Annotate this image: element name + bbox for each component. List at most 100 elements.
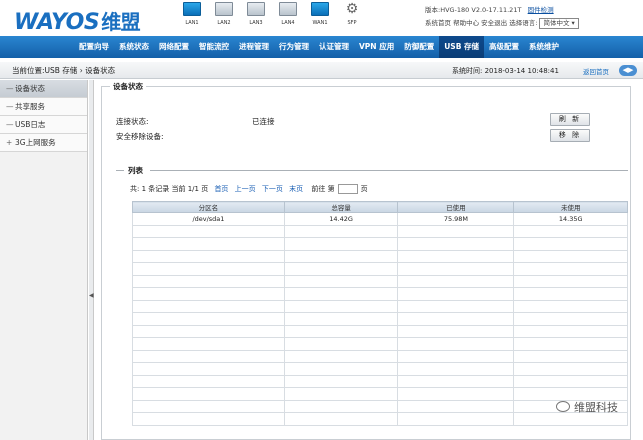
- language-select[interactable]: 简体中文 ▾: [539, 17, 579, 29]
- collapse-icon: —: [6, 102, 14, 111]
- pager-prev[interactable]: 上一页: [235, 185, 256, 193]
- firmware-check-link[interactable]: 固件检测: [528, 6, 554, 14]
- table-cell: [283, 374, 399, 388]
- pager-next[interactable]: 下一页: [262, 185, 283, 193]
- port-label: LAN1: [185, 20, 199, 26]
- watermark: 维盟科技: [556, 399, 618, 415]
- nav-item[interactable]: 防御配置: [399, 36, 439, 58]
- table-cell: [283, 299, 399, 313]
- list-title: 列表: [128, 166, 143, 175]
- sidebar-item[interactable]: +3G上网服务: [0, 134, 87, 152]
- port-label: WAN1: [312, 20, 328, 26]
- wechat-icon: [556, 401, 570, 412]
- expand-icon: +: [6, 138, 13, 147]
- table-cell: [513, 237, 628, 251]
- table-cell: [397, 249, 515, 263]
- collapse-arrow-icon[interactable]: ◀: [89, 288, 94, 304]
- table-cell: [397, 374, 515, 388]
- table-cell: [397, 224, 515, 238]
- table-cell: /dev/sda1: [132, 212, 285, 226]
- table-cell: [397, 274, 515, 288]
- table-cell: [132, 362, 285, 376]
- nav-item[interactable]: 行为管理: [274, 36, 314, 58]
- table-cell: [283, 337, 399, 351]
- table-cell: [513, 312, 628, 326]
- port-label: LAN3: [249, 20, 263, 26]
- ethernet-port-icon: [215, 2, 233, 16]
- nav-item[interactable]: 系统维护: [524, 36, 564, 58]
- empty-row: [132, 374, 628, 388]
- table-cell: [397, 387, 515, 401]
- home-link[interactable]: 返回首页: [583, 66, 609, 76]
- refresh-button[interactable]: 刷 新: [550, 113, 590, 126]
- port-label: SFP: [347, 20, 357, 26]
- empty-row: [132, 224, 628, 238]
- device-status-panel: 设备状态 连接状态: 已连接 安全移除设备: 刷 新 移 除 列表 共: 1 条…: [101, 81, 631, 440]
- table-cell: [397, 324, 515, 338]
- goto-page-input[interactable]: [337, 184, 358, 194]
- empty-row: [132, 412, 628, 426]
- table-cell: [283, 224, 399, 238]
- home-arrow-icon[interactable]: ◀▶: [619, 65, 637, 76]
- pager: 共: 1 条记录 当前 1/1 页 首页 上一页 下一页 末页 前往 第 页: [130, 184, 368, 194]
- section-divider: [116, 170, 124, 171]
- empty-row: [132, 387, 628, 401]
- empty-row: [132, 324, 628, 338]
- empty-row: [132, 362, 628, 376]
- nav-item[interactable]: 进程管理: [234, 36, 274, 58]
- header: WAYOS 维盟 LAN1 LAN2 LAN3 LAN4 WAN1 ⚙ SFP 版本:HVG-…: [0, 0, 643, 36]
- table-cell: 75.98M: [397, 212, 515, 226]
- column-header[interactable]: 总容量: [283, 201, 399, 213]
- sidebar-splitter[interactable]: ◀: [89, 80, 94, 440]
- ethernet-port-icon: [183, 2, 201, 16]
- empty-row: [132, 349, 628, 363]
- column-header[interactable]: 已使用: [397, 201, 515, 213]
- table-cell: [283, 399, 399, 413]
- pager-first[interactable]: 首页: [214, 185, 228, 193]
- connection-status-label: 连接状态:: [116, 117, 149, 126]
- sidebar-item[interactable]: — USB日志: [0, 116, 87, 134]
- nav-item[interactable]: 系统状态: [114, 36, 154, 58]
- table-cell: [513, 324, 628, 338]
- top-links[interactable]: 系统首页 帮助中心 安全退出 选择语言:: [425, 19, 537, 27]
- port-label: LAN2: [217, 20, 231, 26]
- table-cell: [513, 349, 628, 363]
- collapse-icon: —: [6, 84, 14, 93]
- table-cell: [132, 412, 285, 426]
- nav-item[interactable]: VPN 应用: [354, 36, 399, 58]
- table-cell: 14.35G: [513, 212, 628, 226]
- column-header[interactable]: 分区名: [132, 201, 285, 213]
- nav-item[interactable]: 智能流控: [194, 36, 234, 58]
- table-cell: [132, 337, 285, 351]
- nav-item[interactable]: 网络配置: [154, 36, 194, 58]
- remove-button[interactable]: 移 除: [550, 129, 590, 142]
- column-header[interactable]: 未使用: [513, 201, 628, 213]
- table-row[interactable]: /dev/sda1 14.42G 75.98M 14.35G: [132, 212, 628, 226]
- logo-cn: 维盟: [101, 10, 141, 34]
- ethernet-port-icon: [279, 2, 297, 16]
- port-lan3: LAN3: [242, 2, 270, 26]
- table-cell: [132, 274, 285, 288]
- empty-row: [132, 299, 628, 313]
- table-cell: [283, 249, 399, 263]
- router-admin-page: WAYOS 维盟 LAN1 LAN2 LAN3 LAN4 WAN1 ⚙ SFP 版本:HVG-…: [0, 0, 643, 440]
- table-cell: [283, 274, 399, 288]
- table-cell: [283, 387, 399, 401]
- table-cell: [132, 387, 285, 401]
- table-cell: [397, 312, 515, 326]
- pager-last[interactable]: 末页: [289, 185, 303, 193]
- goto-suffix: 页: [360, 185, 368, 193]
- sidebar-item-label: 3G上网服务: [15, 138, 56, 147]
- sidebar-item[interactable]: — 共享服务: [0, 98, 87, 116]
- table-cell: [397, 237, 515, 251]
- table-cell: [283, 412, 399, 426]
- sidebar-item[interactable]: — 设备状态: [0, 80, 87, 98]
- nav-item[interactable]: 配置向导: [74, 36, 114, 58]
- nav-item[interactable]: USB 存储: [439, 36, 485, 58]
- table-cell: [132, 324, 285, 338]
- table-cell: [283, 312, 399, 326]
- nav-item[interactable]: 高级配置: [484, 36, 524, 58]
- nav-item[interactable]: 认证管理: [314, 36, 354, 58]
- table-cell: 14.42G: [283, 212, 399, 226]
- table-cell: [132, 349, 285, 363]
